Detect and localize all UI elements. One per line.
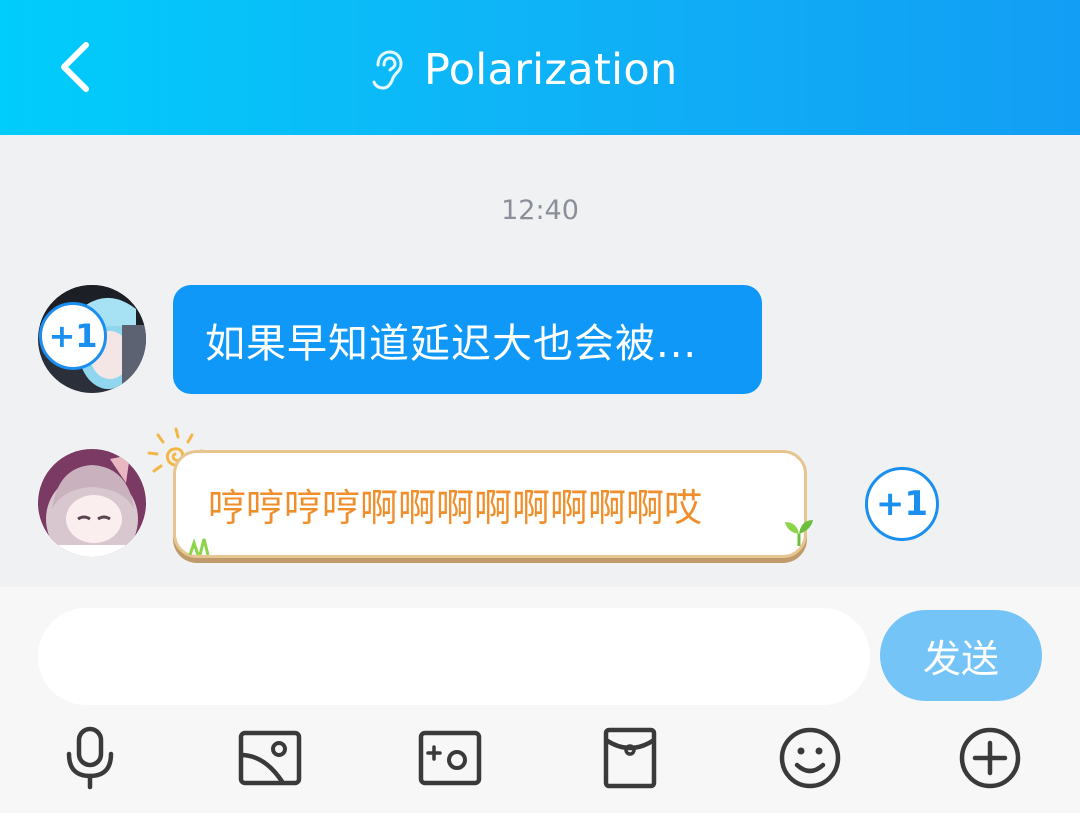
chevron-left-icon (56, 39, 96, 99)
avatar[interactable] (38, 449, 146, 557)
plus-one-button[interactable]: +1 (865, 467, 939, 541)
message-text: 哼哼哼哼啊啊啊啊啊啊啊啊哎 (208, 485, 703, 530)
message-bubble[interactable]: 如果早知道延迟大也会被... (173, 285, 762, 394)
red-packet-button[interactable] (595, 725, 665, 795)
message-text: 如果早知道延迟大也会被... (205, 320, 698, 367)
chat-title-area: Polarization (370, 40, 678, 100)
back-button[interactable] (46, 36, 106, 102)
message-timestamp: 12:40 (501, 195, 579, 226)
camera-icon (417, 729, 483, 791)
microphone-icon (62, 726, 118, 794)
more-button[interactable] (955, 725, 1025, 795)
composer: 发送 (0, 587, 1080, 813)
message-bubble[interactable]: 哼哼哼哼啊啊啊啊啊啊啊啊哎 (173, 450, 807, 558)
top-bar: Polarization (0, 0, 1080, 135)
image-button[interactable] (235, 725, 305, 795)
emoji-icon (777, 725, 843, 795)
plus-one-button[interactable]: +1 (39, 302, 107, 370)
image-icon (237, 729, 303, 791)
camera-button[interactable] (415, 725, 485, 795)
message-input[interactable] (38, 608, 870, 705)
red-packet-icon (602, 726, 658, 794)
grass-icon (188, 538, 210, 555)
chat-title: Polarization (424, 45, 678, 95)
emoji-button[interactable] (775, 725, 845, 795)
leaf-icon (785, 520, 813, 546)
ear-icon (370, 49, 404, 91)
message-list[interactable]: 12:40 +1 如果早知道延迟大也会被... 哼哼哼哼啊啊啊啊啊啊啊啊哎 +1 (0, 135, 1080, 587)
send-button[interactable]: 发送 (880, 610, 1042, 701)
plus-circle-icon (957, 725, 1023, 795)
voice-button[interactable] (55, 725, 125, 795)
